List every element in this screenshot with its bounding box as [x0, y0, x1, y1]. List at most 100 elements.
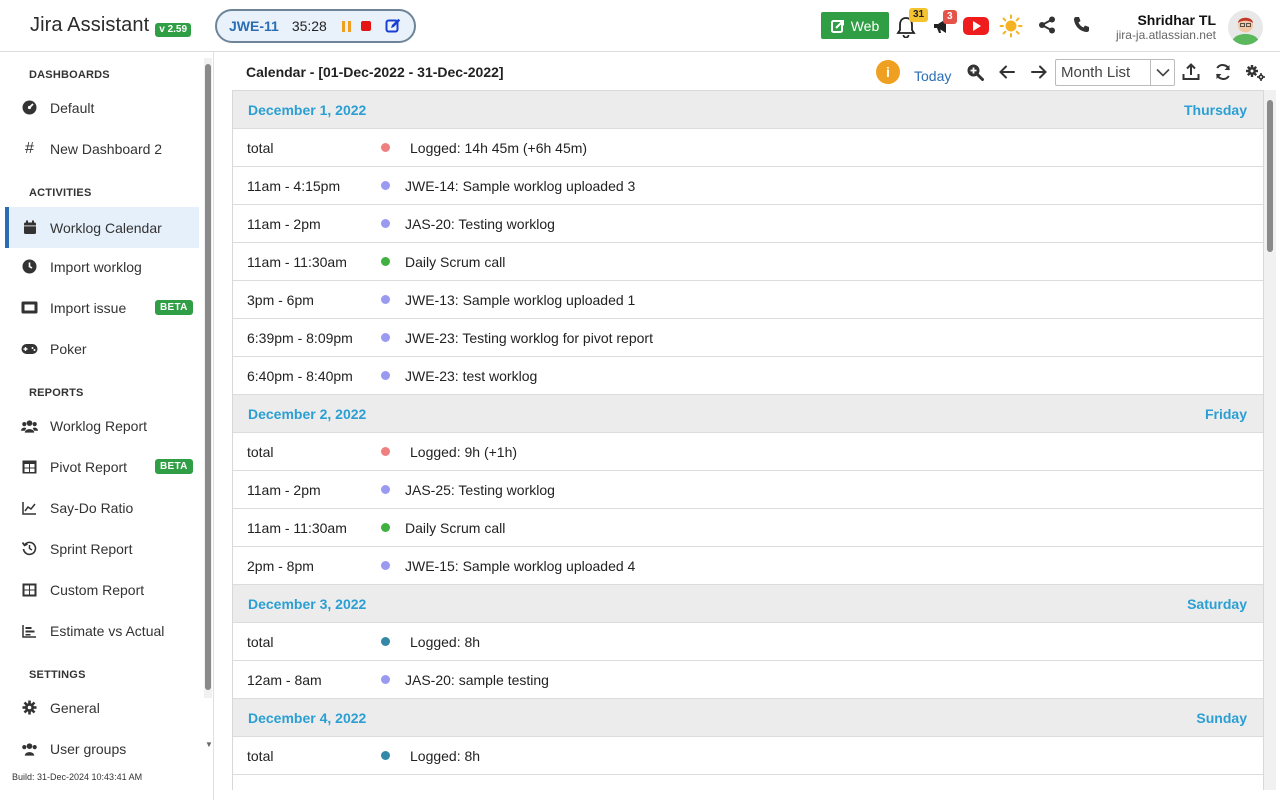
sidebar-item-worklog-calendar[interactable]: Worklog Calendar	[5, 207, 199, 248]
worklog-row[interactable]: 3pm - 6pm JWE-13: Sample worklog uploaded…	[233, 281, 1263, 319]
section-activities: ACTIVITIES	[29, 187, 92, 199]
section-settings: SETTINGS	[29, 669, 86, 681]
event-dot	[381, 751, 390, 760]
event-time: 11am - 11:30am	[247, 519, 347, 536]
sidebar-item-sprint-report[interactable]: Sprint Report	[5, 528, 199, 569]
zoom-in-icon	[967, 64, 984, 81]
worklog-row[interactable]: 2pm - 8pm JWE-15: Sample worklog uploaded…	[233, 547, 1263, 585]
clock-icon	[21, 258, 38, 275]
contact-button[interactable]	[1073, 16, 1090, 38]
event-title[interactable]: Daily Scrum call	[405, 254, 505, 270]
avatar[interactable]	[1228, 10, 1263, 45]
sidebar-item-say-do-ratio[interactable]: Say-Do Ratio	[5, 487, 199, 528]
previous-button[interactable]	[998, 64, 1016, 85]
event-time: 12am - 8am	[247, 671, 322, 688]
event-title[interactable]: JWE-14: Sample worklog uploaded 3	[405, 178, 635, 194]
event-time: 6:40pm - 8:40pm	[247, 367, 353, 384]
event-time: 11am - 4:15pm	[247, 177, 341, 194]
event-title[interactable]: JWE-23: Testing worklog for pivot report	[405, 330, 653, 346]
notifications-count: 31	[909, 8, 929, 22]
sidebar-item-estimate-vs-actual[interactable]: Estimate vs Actual	[5, 610, 199, 651]
sidebar-scrollbar-thumb[interactable]	[205, 64, 211, 690]
sidebar-scroll-down-icon[interactable]: ▼	[205, 740, 213, 749]
theme-toggle-button[interactable]	[999, 14, 1023, 43]
open-web-button[interactable]: Web	[821, 12, 889, 39]
event-title[interactable]: JWE-15: Sample worklog uploaded 4	[405, 558, 635, 574]
beta-badge: BETA	[155, 300, 193, 315]
event-title[interactable]: JAS-20: Testing worklog	[405, 216, 555, 232]
settings-button[interactable]	[1244, 62, 1266, 87]
worklog-row[interactable]: 6:40pm - 8:40pm JWE-23: test worklog	[233, 357, 1263, 395]
info-icon[interactable]: i	[876, 60, 900, 84]
zoom-button[interactable]	[966, 63, 984, 86]
youtube-icon	[963, 17, 989, 35]
sidebar-item-custom-report[interactable]: Custom Report	[5, 569, 199, 610]
main-scrollbar-thumb[interactable]	[1267, 100, 1273, 252]
app-brand[interactable]: Jira Assistant v 2.59	[30, 14, 192, 37]
worklog-row[interactable]: 11am - 2pm JAS-25: Testing worklog	[233, 471, 1263, 509]
sidebar-item-worklog-report[interactable]: Worklog Report	[5, 405, 199, 446]
sidebar-item-import-worklog[interactable]: Import worklog	[5, 246, 199, 287]
share-button[interactable]	[1038, 16, 1056, 39]
page-title: Calendar - [01-Dec-2022 - 31-Dec-2022]	[246, 64, 504, 80]
build-info: Build: 31-Dec-2024 10:43:41 AM	[12, 772, 143, 782]
worklog-row[interactable]: 6:39pm - 8:09pm JWE-23: Testing worklog f…	[233, 319, 1263, 357]
next-button[interactable]	[1030, 64, 1048, 85]
day-header: December 3, 2022 Saturday	[233, 585, 1263, 623]
stop-icon[interactable]	[360, 21, 371, 31]
day-header: December 2, 2022 Friday	[233, 395, 1263, 433]
worklog-row[interactable]: 11am - 4:15pm JWE-14: Sample worklog uplo…	[233, 167, 1263, 205]
phone-icon	[1074, 17, 1089, 32]
event-title[interactable]: JWE-13: Sample worklog uploaded 1	[405, 292, 635, 308]
edit-icon[interactable]	[385, 18, 401, 34]
day-total-row[interactable]: total Logged: 8h	[233, 623, 1263, 661]
timer-elapsed: 35:28	[291, 18, 327, 34]
sidebar-item-label: General	[50, 699, 100, 716]
sidebar-item-label: Poker	[50, 340, 87, 357]
bar-chart-icon	[21, 622, 38, 639]
web-button-label: Web	[850, 17, 880, 34]
worklog-row[interactable]: 12am - 8am JAS-20: sample testing	[233, 661, 1263, 699]
event-dot	[381, 675, 390, 684]
sidebar-item-general[interactable]: General	[5, 687, 199, 728]
event-title: Logged: 14h 45m (+6h 45m)	[410, 139, 588, 156]
event-title[interactable]: JWE-23: test worklog	[405, 368, 537, 384]
day-total-row[interactable]: total Logged: 8h	[233, 737, 1263, 775]
day-weekday: Thursday	[1183, 101, 1247, 118]
day-total-row[interactable]: total Logged: 9h (+1h)	[233, 433, 1263, 471]
refresh-button[interactable]	[1214, 63, 1232, 86]
worklog-row[interactable]: 11am - 11:30am Daily Scrum call	[233, 243, 1263, 281]
day-header: December 4, 2022 Sunday	[233, 699, 1263, 737]
day-total-row[interactable]: total Logged: 14h 45m (+6h 45m)	[233, 129, 1263, 167]
announcements-count: 3	[943, 10, 957, 24]
day-weekday: Friday	[1204, 405, 1247, 422]
event-title[interactable]: JAS-20: sample testing	[405, 672, 549, 688]
event-title[interactable]: JAS-25: Testing worklog	[405, 482, 555, 498]
timer-issue-link[interactable]: JWE-11	[229, 18, 279, 34]
upload-button[interactable]	[1182, 63, 1200, 86]
youtube-button[interactable]	[963, 16, 989, 41]
sidebar-item-poker[interactable]: Poker	[5, 328, 199, 369]
gear-icon	[21, 699, 38, 716]
event-time: total	[247, 633, 274, 650]
event-time: total	[247, 443, 274, 460]
sidebar-item-label: Sprint Report	[50, 540, 133, 557]
sidebar-item-default[interactable]: Default	[5, 87, 199, 128]
event-title[interactable]: Daily Scrum call	[405, 520, 505, 536]
event-dot	[381, 257, 390, 266]
worklog-row[interactable]: 11am - 2pm JAS-20: Testing worklog	[233, 205, 1263, 243]
view-select-value: Month List	[1061, 64, 1131, 81]
sidebar-item-user-groups[interactable]: User groups	[5, 728, 199, 758]
sidebar-item-pivot-report[interactable]: Pivot Report BETA	[5, 446, 199, 487]
day-weekday: Saturday	[1187, 595, 1247, 612]
arrow-left-icon	[999, 65, 1015, 79]
view-select[interactable]: Month List	[1055, 59, 1175, 86]
worklog-row[interactable]: 11am - 11:30am Daily Scrum call	[233, 509, 1263, 547]
event-time: 11am - 2pm	[247, 215, 321, 232]
pause-icon[interactable]	[341, 20, 351, 32]
sidebar-item-import-issue[interactable]: Import issue BETA	[5, 287, 199, 328]
share-icon	[1039, 16, 1055, 34]
today-button[interactable]: Today	[914, 68, 951, 84]
upload-icon	[1182, 63, 1200, 80]
sidebar-item-new-dashboard-2[interactable]: # New Dashboard 2	[5, 128, 199, 169]
